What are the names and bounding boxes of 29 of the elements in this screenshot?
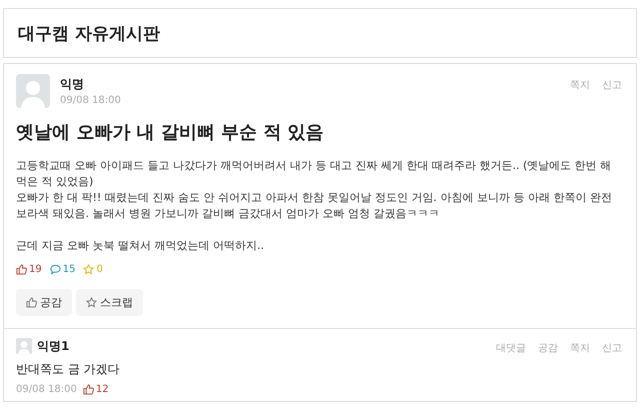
avatar-icon xyxy=(16,338,32,354)
commenter-name: 익명1 xyxy=(37,338,70,354)
thumbs-up-icon xyxy=(26,297,37,308)
comment-text: 반대쪽도 금 가겠다 xyxy=(16,361,121,378)
comment-time: 09/08 18:00 xyxy=(16,384,77,395)
post-title: 옛날에 오빠가 내 갈비뼈 부순 적 있음 xyxy=(16,121,325,144)
thumbs-up-icon xyxy=(16,264,27,275)
star-icon xyxy=(86,297,97,308)
stat-count: 15 xyxy=(62,264,76,275)
comment-action-link[interactable]: 쪽지 xyxy=(570,341,590,355)
speech-bubble-icon xyxy=(50,264,61,275)
post-time: 09/08 18:00 xyxy=(60,95,122,106)
comment-action-link[interactable]: 대댓글 xyxy=(496,341,526,355)
thumbs-up-icon xyxy=(82,384,94,395)
post-action-link[interactable]: 쪽지 xyxy=(570,78,590,92)
star-icon xyxy=(83,264,94,275)
stat-count: 19 xyxy=(29,264,42,275)
author-name: 익명 xyxy=(60,76,85,93)
avatar-icon xyxy=(16,74,50,108)
comment-like-count: 12 xyxy=(96,384,109,395)
scrap-button[interactable]: 스크랩 xyxy=(76,289,143,316)
comment-action-link[interactable]: 신고 xyxy=(602,341,622,355)
stat-count: 0 xyxy=(96,264,103,275)
like-button[interactable]: 공감 xyxy=(16,289,72,316)
comment-action-link[interactable]: 공감 xyxy=(538,341,558,355)
post-paragraph: 근데 지금 오빠 놋북 떨쳐서 깨먹었는데 어떡하지.. xyxy=(16,238,265,254)
board-title: 대구캠 자유게시판 xyxy=(18,22,160,44)
post-paragraph: 고등학교때 오빠 아이패드 들고 나갔다가 깨먹어버려서 내가 등 대고 진짜 쎄게 한대 때려주라 했거든.. (옛날에도 한번 해먹은 적 있었음) 오빠가 한 대 팍!! 때렸는데 진짜 숨도 안 쉬어지고 아파서 한참 못일어날 정도인 거임. 아침에 보니까 등 아래 한쪽이 완전 보라색 돼있음. 놀래서 병원 가보니까 갈비뼈 금갔대서 엄마가 오빠 엄청 갈궜음ㅋㅋㅋ xyxy=(16,158,613,222)
post-action-link[interactable]: 신고 xyxy=(602,78,622,92)
